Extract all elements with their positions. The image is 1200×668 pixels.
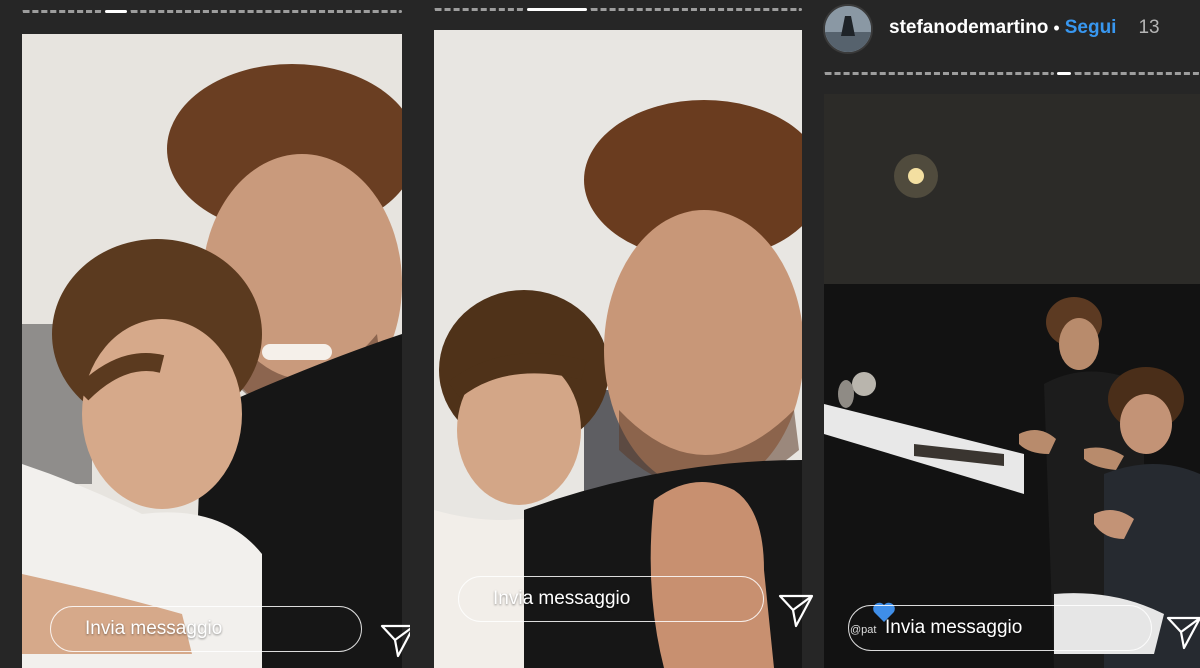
progress-segment [105,10,127,13]
story-photo-graphic [22,34,402,668]
story-image-3 [824,94,1200,668]
progress-segment [590,8,802,11]
story-image-2 [434,30,802,668]
progress-segment [130,10,402,13]
paper-plane-icon[interactable] [776,590,816,630]
username[interactable]: stefanodemartino [889,17,1048,39]
story-progress-bar [22,10,402,13]
paper-plane-icon[interactable] [1164,612,1200,652]
story-header: stefanodemartino • Segui 13 [820,0,1200,56]
send-message-field[interactable]: Invia messaggio [458,576,764,622]
story-panel-1[interactable]: Invia messaggio [0,0,410,668]
follow-button[interactable]: Segui [1065,17,1117,39]
progress-segment [22,10,102,13]
send-message-field[interactable]: Invia messaggio [848,605,1152,651]
story-photo-graphic [824,94,1200,668]
story-progress-bar [434,8,802,11]
story-photo-graphic [434,30,802,668]
story-image-1 [22,34,402,668]
avatar-graphic [825,5,871,52]
story-panel-2[interactable]: Invia messaggio [412,0,820,668]
story-progress-bar [824,72,1200,75]
profile-avatar[interactable] [823,3,873,54]
story-timestamp: 13 [1138,17,1160,38]
story-panel-3[interactable]: @pat Invia messaggio [820,56,1200,668]
paper-plane-icon[interactable] [378,620,410,660]
progress-segment [824,72,1054,75]
separator-dot: • [1053,17,1060,38]
progress-segment [434,8,524,11]
progress-segment [1057,72,1071,75]
send-message-field[interactable]: Invia messaggio [50,606,362,652]
progress-segment [527,8,587,11]
progress-segment [1074,72,1200,75]
